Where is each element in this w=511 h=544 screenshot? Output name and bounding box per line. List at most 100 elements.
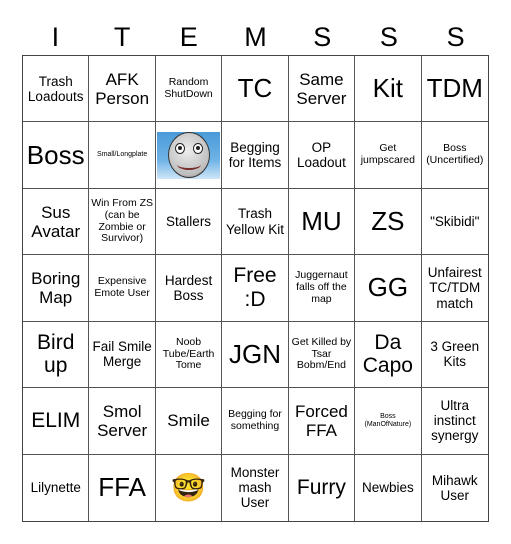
- bingo-cell-label: Get Killed by Tsar Bobm/End: [291, 335, 352, 372]
- bingo-cell-label: Same Server: [296, 69, 347, 108]
- bingo-cell-label: Lilynette: [30, 480, 81, 496]
- bingo-cell-label: ZS: [371, 206, 405, 236]
- bingo-cell-label: Fail Smile Merge: [92, 339, 152, 370]
- bingo-cell[interactable]: Begging for Items: [222, 122, 289, 189]
- bingo-cell[interactable]: Smol Server: [89, 388, 156, 455]
- bingo-cell-label: Boss (ManOfNature): [364, 413, 412, 428]
- bingo-cell[interactable]: AFK Person: [89, 56, 156, 123]
- bingo-cell[interactable]: JGN: [222, 321, 289, 389]
- bingo-cell[interactable]: Unfairest TC/TDM match: [421, 255, 488, 322]
- bingo-cell[interactable]: FFA: [89, 454, 156, 521]
- bingo-cell[interactable]: Ultra instinct synergy: [421, 388, 488, 455]
- bingo-cell[interactable]: [155, 122, 223, 189]
- bingo-cell-label: MU: [301, 206, 342, 236]
- bingo-cell[interactable]: 🤓: [156, 454, 223, 521]
- bingo-cell[interactable]: Forced FFA: [288, 388, 356, 455]
- bingo-cell[interactable]: Expensive Emote User: [89, 255, 156, 322]
- bingo-cell-label: Trash Loadouts: [27, 73, 84, 104]
- bingo-cell[interactable]: Mihawk User: [422, 455, 488, 521]
- bingo-cell[interactable]: Random ShutDown: [155, 56, 223, 123]
- bingo-cell[interactable]: Trash Loadouts: [23, 56, 90, 123]
- bingo-cell-label: JGN: [228, 338, 281, 369]
- bingo-cell[interactable]: GG: [355, 255, 422, 322]
- bingo-cell-label: Random ShutDown: [164, 75, 213, 100]
- bingo-cell[interactable]: Kit: [355, 56, 422, 123]
- bingo-cell-label: Get jumpscared: [360, 142, 415, 167]
- bingo-cell[interactable]: Get jumpscared: [355, 122, 422, 189]
- bingo-cell-label: Begging for something: [228, 408, 282, 432]
- header-letter: E: [179, 22, 198, 52]
- bingo-cell[interactable]: Stallers: [155, 188, 223, 256]
- bingo-cell-label: AFK Person: [95, 69, 150, 108]
- bingo-cell[interactable]: Bird up: [23, 321, 90, 389]
- bingo-cell[interactable]: MU: [288, 188, 356, 256]
- bingo-cell-label: Bird up: [37, 330, 75, 378]
- bingo-cell[interactable]: Trash Yellow Kit: [222, 188, 289, 256]
- header-letter: M: [244, 22, 267, 52]
- bingo-cell-label: Win From ZS (can be Zombie or Survivor): [91, 197, 154, 245]
- bingo-cell-label: Hardest Boss: [164, 272, 213, 303]
- bingo-cell[interactable]: Win From ZS (can be Zombie or Survivor): [89, 188, 156, 256]
- bingo-cell[interactable]: Free :D: [222, 255, 289, 322]
- bingo-cell-label: Sus Avatar: [31, 202, 81, 241]
- bingo-cell[interactable]: ELIM: [23, 388, 90, 455]
- bingo-cell[interactable]: Juggernaut falls off the map: [288, 255, 356, 322]
- bingo-cell[interactable]: Furry: [289, 454, 356, 521]
- bingo-cell-label: Noob Tube/Earth Tome: [162, 335, 215, 372]
- bingo-cell-label: Da Capo: [362, 330, 413, 378]
- bingo-cell-label: Boss: [26, 139, 85, 170]
- bingo-cell[interactable]: OP Loadout: [288, 122, 356, 189]
- bingo-cell-label: Kit: [372, 73, 404, 104]
- bingo-cell-label: Forced FFA: [294, 401, 348, 440]
- bingo-cell-label: Ultra instinct synergy: [431, 398, 479, 444]
- bingo-cell[interactable]: Boss (Uncertified): [421, 122, 488, 189]
- bingo-cell[interactable]: Fail Smile Merge: [89, 321, 156, 389]
- bingo-cell-label: Unfairest TC/TDM match: [427, 265, 482, 311]
- bingo-board: Trash Loadouts AFK Person Random ShutDown T…: [22, 55, 489, 522]
- bingo-cell-label: 3 Green Kits: [430, 339, 480, 370]
- bingo-cell[interactable]: Sus Avatar: [23, 188, 90, 256]
- header-letter: T: [113, 22, 131, 52]
- bingo-cell[interactable]: Da Capo: [355, 321, 422, 389]
- bingo-cell[interactable]: Newbies: [355, 454, 422, 521]
- bingo-cell-label: Small/Longplate: [97, 151, 148, 159]
- bingo-cell[interactable]: Boss: [23, 122, 90, 189]
- bingo-header: ITEMSSS: [22, 18, 489, 56]
- bingo-cell[interactable]: TDM: [421, 56, 488, 123]
- bingo-cell[interactable]: Lilynette: [23, 454, 90, 521]
- bingo-cell[interactable]: Smile: [155, 388, 223, 455]
- bingo-cell[interactable]: Same Server: [288, 56, 356, 123]
- bingo-cell[interactable]: Hardest Boss: [155, 255, 223, 322]
- bingo-cell-label: GG: [367, 272, 409, 303]
- bingo-cell[interactable]: ZS: [355, 188, 422, 256]
- bingo-cell-label: "Skibidi": [430, 214, 480, 229]
- bingo-cell[interactable]: Monster mash User: [222, 454, 289, 521]
- bingo-cell[interactable]: "Skibidi": [421, 189, 488, 256]
- bingo-cell-label: OP Loadout: [297, 140, 346, 171]
- bingo-cell-label: Boss (Uncertified): [426, 142, 484, 167]
- bingo-cell[interactable]: Boss (ManOfNature): [355, 388, 422, 455]
- bingo-cell[interactable]: Noob Tube/Earth Tome: [155, 321, 223, 389]
- bingo-cell[interactable]: Boring Map: [23, 255, 90, 322]
- bingo-cell[interactable]: Begging for something: [222, 388, 289, 455]
- bingo-cell-label: FFA: [98, 472, 146, 503]
- header-letter: S: [379, 22, 398, 52]
- smiling-ball-face-image: [156, 131, 221, 179]
- nerd-face-emoji-icon: 🤓: [171, 472, 206, 504]
- bingo-cell-label: Boring Map: [31, 268, 81, 307]
- bingo-cell-label: TDM: [426, 73, 483, 104]
- bingo-cell[interactable]: Get Killed by Tsar Bobm/End: [288, 321, 356, 389]
- bingo-cell-label: Begging for Items: [228, 140, 282, 171]
- bingo-cell[interactable]: Small/Longplate: [89, 122, 156, 189]
- bingo-cell[interactable]: 3 Green Kits: [421, 322, 488, 389]
- bingo-cell[interactable]: TC: [222, 56, 289, 123]
- bingo-cell-label: Free :D: [233, 264, 277, 311]
- bingo-cell-label: Juggernaut falls off the map: [295, 269, 348, 305]
- bingo-cell-label: TC: [237, 73, 273, 104]
- bingo-cell-label: Expensive Emote User: [94, 275, 150, 299]
- bingo-cell-label: Stallers: [166, 214, 212, 229]
- bingo-cell-label: ELIM: [31, 409, 81, 433]
- bingo-cell-label: Mihawk User: [431, 472, 478, 503]
- bingo-cell-label: Smol Server: [97, 401, 148, 440]
- bingo-cell-label: Smile: [167, 411, 210, 431]
